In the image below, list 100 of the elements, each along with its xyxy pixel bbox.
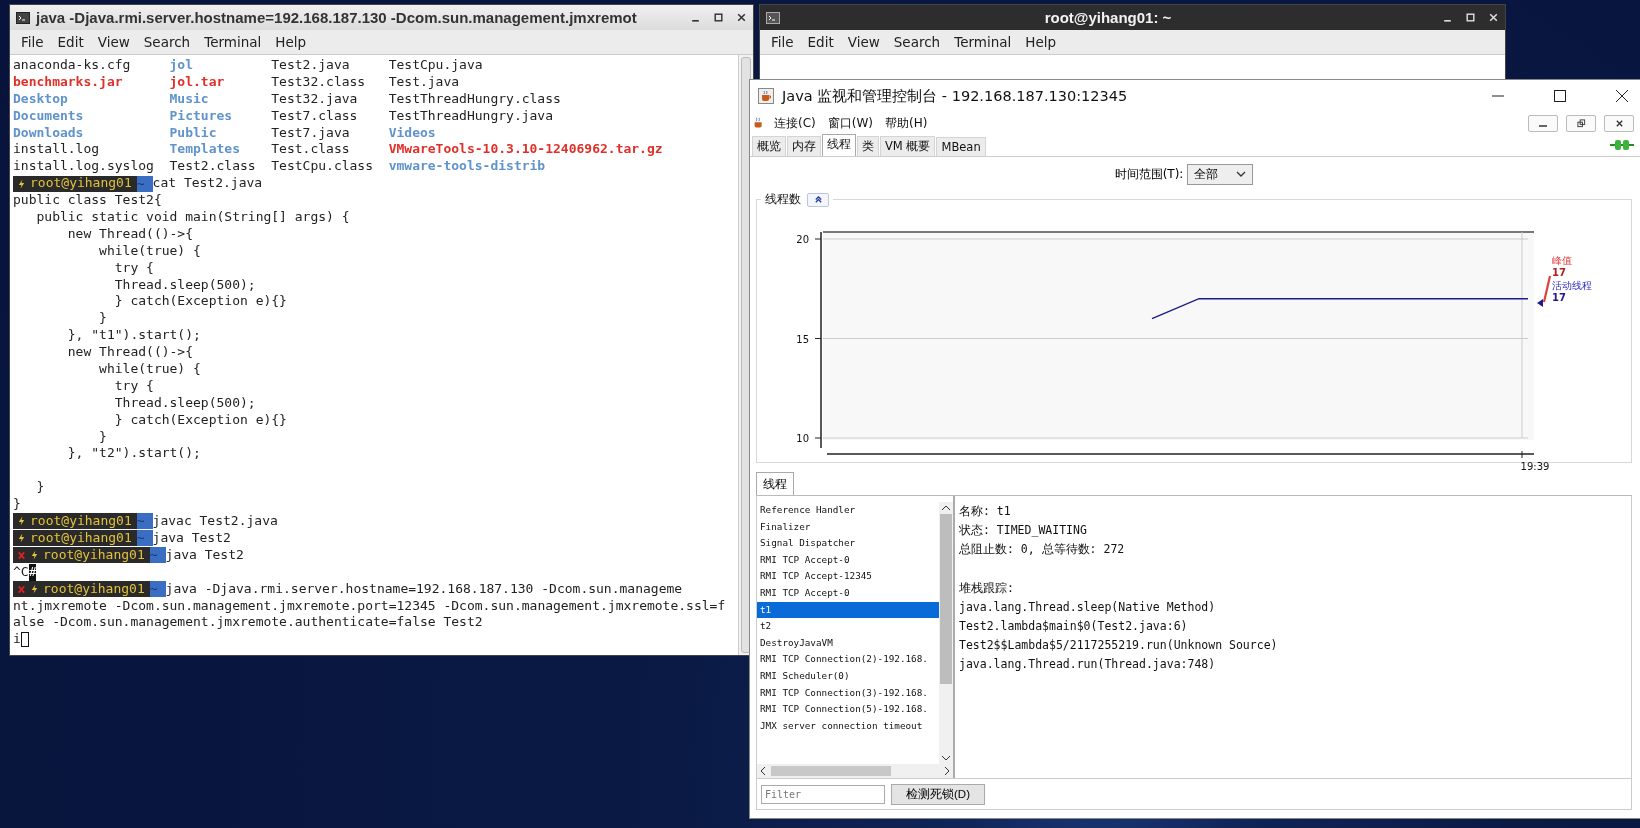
command-text: java -Djava.rmi.server.hostname=192.168.187.130 -Dcom.sun.manageme [165,580,683,598]
thread-list-item[interactable]: JMX server connection timeout [757,717,939,735]
menu-item[interactable]: Search [136,34,198,50]
scrollbar[interactable] [939,502,953,764]
menu-item[interactable]: Terminal [197,34,269,50]
highlighted-character: # [28,563,37,581]
menu-item[interactable]: View [840,34,887,50]
menu-item[interactable]: File [14,34,51,50]
menu-item[interactable]: Help [1018,34,1064,50]
thread-list-item[interactable]: RMI TCP Connection(3)-192.168. [757,684,939,702]
maximize-icon[interactable] [713,12,724,23]
menu-item[interactable]: Search [886,34,948,50]
restore-button[interactable] [1566,114,1596,132]
file-name: install.log.syslog [13,158,155,176]
thread-list-item[interactable]: Finalizer [757,518,939,536]
file-name: jol [169,57,194,74]
file-name: Test7.class [271,107,359,125]
tab[interactable]: 线程 [756,472,794,495]
scroll-down-icon[interactable] [941,754,951,762]
command-text: cat Test2.java [152,175,263,193]
scroll-right-icon[interactable] [943,766,951,776]
thread-list-item[interactable]: Signal Dispatcher [757,535,939,552]
tab[interactable]: 内存 [787,136,821,156]
thread-list-item[interactable]: DestroyJavaVM [757,634,939,652]
terminal-text: } catch(Exception e){} [113,411,287,429]
window-title: java -Djava.rmi.server.hostname=192.168.187.130 -Dcom.sun.management.jmxremot [36,9,638,26]
prompt-user-segment: root@yihang01 [13,530,137,547]
thread-list-item[interactable]: RMI TCP Connection(2)-192.168. [757,651,939,668]
prompt-user-segment: root@yihang01 [13,175,137,192]
thread-detail: 名称: t1 [959,503,1012,520]
menu-item[interactable]: View [90,34,137,50]
menu-item[interactable]: File [764,34,801,50]
menu-item[interactable]: Edit [800,34,841,50]
terminal-text: new Thread(()->{ [66,225,193,243]
thread-list-item[interactable]: t1 [757,601,939,619]
thread-list-item[interactable]: RMI TCP Accept-0 [757,584,939,602]
close-button[interactable] [1604,114,1634,132]
detect-deadlock-button[interactable]: 检测死锁(D) [891,783,985,805]
terminal-text: try { [113,259,154,277]
menu-item[interactable]: Help [268,34,314,50]
terminal-text: try { [113,377,154,395]
terminal-text: alse -Dcom.sun.management.jmxremote.authenticate=false Test2 [13,614,483,632]
menu-item[interactable]: Edit [50,34,91,50]
close-icon[interactable] [736,12,747,23]
thread-list-item[interactable]: RMI TCP Connection(5)-192.168. [757,701,939,718]
terminal-text: ^C [13,563,29,581]
thread-list-item[interactable]: RMI Scheduler(0) [757,667,939,685]
tab[interactable]: 类 [857,136,879,156]
text-cursor [20,632,29,648]
file-name: Test32.java [271,90,359,108]
stack-trace-line: Test2.lambda$main$0(Test2.java:6) [959,617,1189,635]
file-name: vmware-tools-distrib [388,158,547,176]
command-text: java Test2 [152,529,231,547]
scrollbar[interactable] [757,764,953,778]
scroll-up-icon[interactable] [941,504,951,512]
command-text: javac Test2.java [152,513,278,530]
chart-title: 线程数 [765,191,801,208]
thread-list-item[interactable]: RMI TCP Accept-12345 [757,568,939,585]
file-name: anaconda-ks.cfg [13,57,132,74]
terminal-icon [766,11,780,24]
terminal-text: while(true) { [98,361,201,378]
legend-value: 17 [1552,292,1566,303]
thread-list-item[interactable]: Reference Handler [757,502,939,519]
close-icon [1614,118,1624,128]
coffee-cup-icon [758,88,774,104]
thread-list-item[interactable]: t2 [757,618,939,635]
file-name: jol.tar [169,73,226,91]
cross-icon [17,583,26,596]
time-range-dropdown[interactable]: 全部 [1187,163,1254,185]
file-name: install.log [13,141,101,159]
file-name: Videos [388,124,437,142]
legend-value: 17 [1552,267,1566,278]
terminal-text: public class Test2{ [13,192,162,210]
tab[interactable]: MBean [936,137,986,156]
restore-icon [1576,118,1586,128]
terminal-text: public static void main(String[] args) { [35,209,350,226]
scroll-left-icon[interactable] [759,766,767,776]
menu-item[interactable]: 连接(C) [770,114,820,132]
legend-label: 峰值 [1552,255,1572,266]
minimize-button[interactable] [1528,114,1558,132]
tab[interactable]: VM 概要 [880,136,936,156]
menu-item[interactable]: 帮助(H) [881,114,932,132]
filter-field[interactable]: Filter [761,784,885,804]
tab[interactable]: 概览 [752,136,786,156]
file-name: Templates [169,141,241,159]
terminal-text: } [98,310,107,328]
tab[interactable]: 线程 [822,134,856,156]
file-name: Test2.java [271,57,351,74]
collapse-button[interactable] [807,192,829,207]
terminal-text: nt.jmxremote -Dcom.sun.management.jmxremote.port=12345 -Dcom.sun.management.jmxremote.ssl=f [13,597,726,615]
thread-list-item[interactable]: RMI TCP Accept-0 [757,551,939,569]
menu-item[interactable]: Terminal [947,34,1019,50]
window-title: Java 监视和管理控制台 - 192.168.187.130:12345 [782,86,1129,106]
file-name: TestThreadHungry.java [388,107,555,125]
y-tick-label: 10 [796,433,809,444]
file-name: Public [169,124,218,142]
menu-item[interactable]: 窗口(W) [823,114,877,132]
file-name: TestCpu.class [271,158,374,176]
terminal-text: }, "t2").start(); [66,445,201,463]
thread-detail: 总阻止数: 0, 总等待数: 272 [959,541,1126,559]
